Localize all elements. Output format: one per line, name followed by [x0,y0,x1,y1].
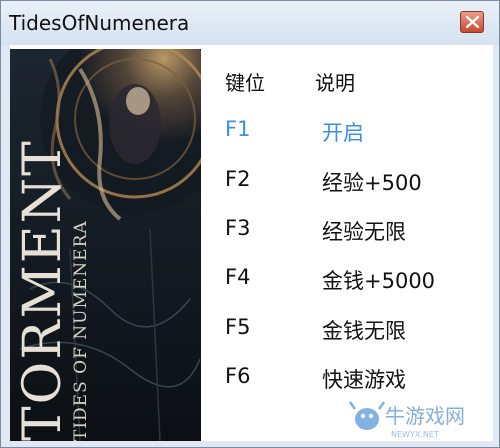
close-icon [466,16,479,28]
game-cover-image: TORMENT TIDES OF NUMENERA [10,49,201,441]
hotkey-desc: 经验无限 [322,220,406,244]
header-desc: 说明 [315,71,355,95]
hotkey-key: F5 [225,315,251,339]
hotkey-desc: 经验+500 [322,171,422,195]
hotkey-key: F3 [225,216,251,240]
header-key: 键位 [225,71,265,95]
hotkey-desc: 金钱无限 [322,319,406,343]
hotkey-desc: 金钱+5000 [322,269,436,293]
hotkey-key: F4 [225,265,251,289]
hotkey-desc: 快速游戏 [322,368,406,392]
window-title: TidesOfNumenera [9,11,190,35]
client-area: TORMENT TIDES OF NUMENERA 键位 说明 F1 开启 F2… [10,45,493,441]
cover-title-main: TORMENT [13,139,73,441]
title-bar[interactable]: TidesOfNumenera [1,1,499,45]
hotkey-key: F6 [225,364,251,388]
watermark-subtext: NEWYX.NET [391,430,439,439]
watermark-logo: 牛游戏网 NEWYX.NET [347,393,497,443]
hotkey-key: F1 [225,117,251,141]
cover-title-sub: TIDES OF NUMENERA [71,220,91,441]
trainer-window: TidesOfNumenera TORMENT TIDES OF NUMENER… [0,0,500,448]
hotkey-key: F2 [225,167,251,191]
close-button[interactable] [460,11,484,33]
watermark-text: 牛游戏网 [385,404,465,428]
hotkey-desc: 开启 [322,121,364,145]
